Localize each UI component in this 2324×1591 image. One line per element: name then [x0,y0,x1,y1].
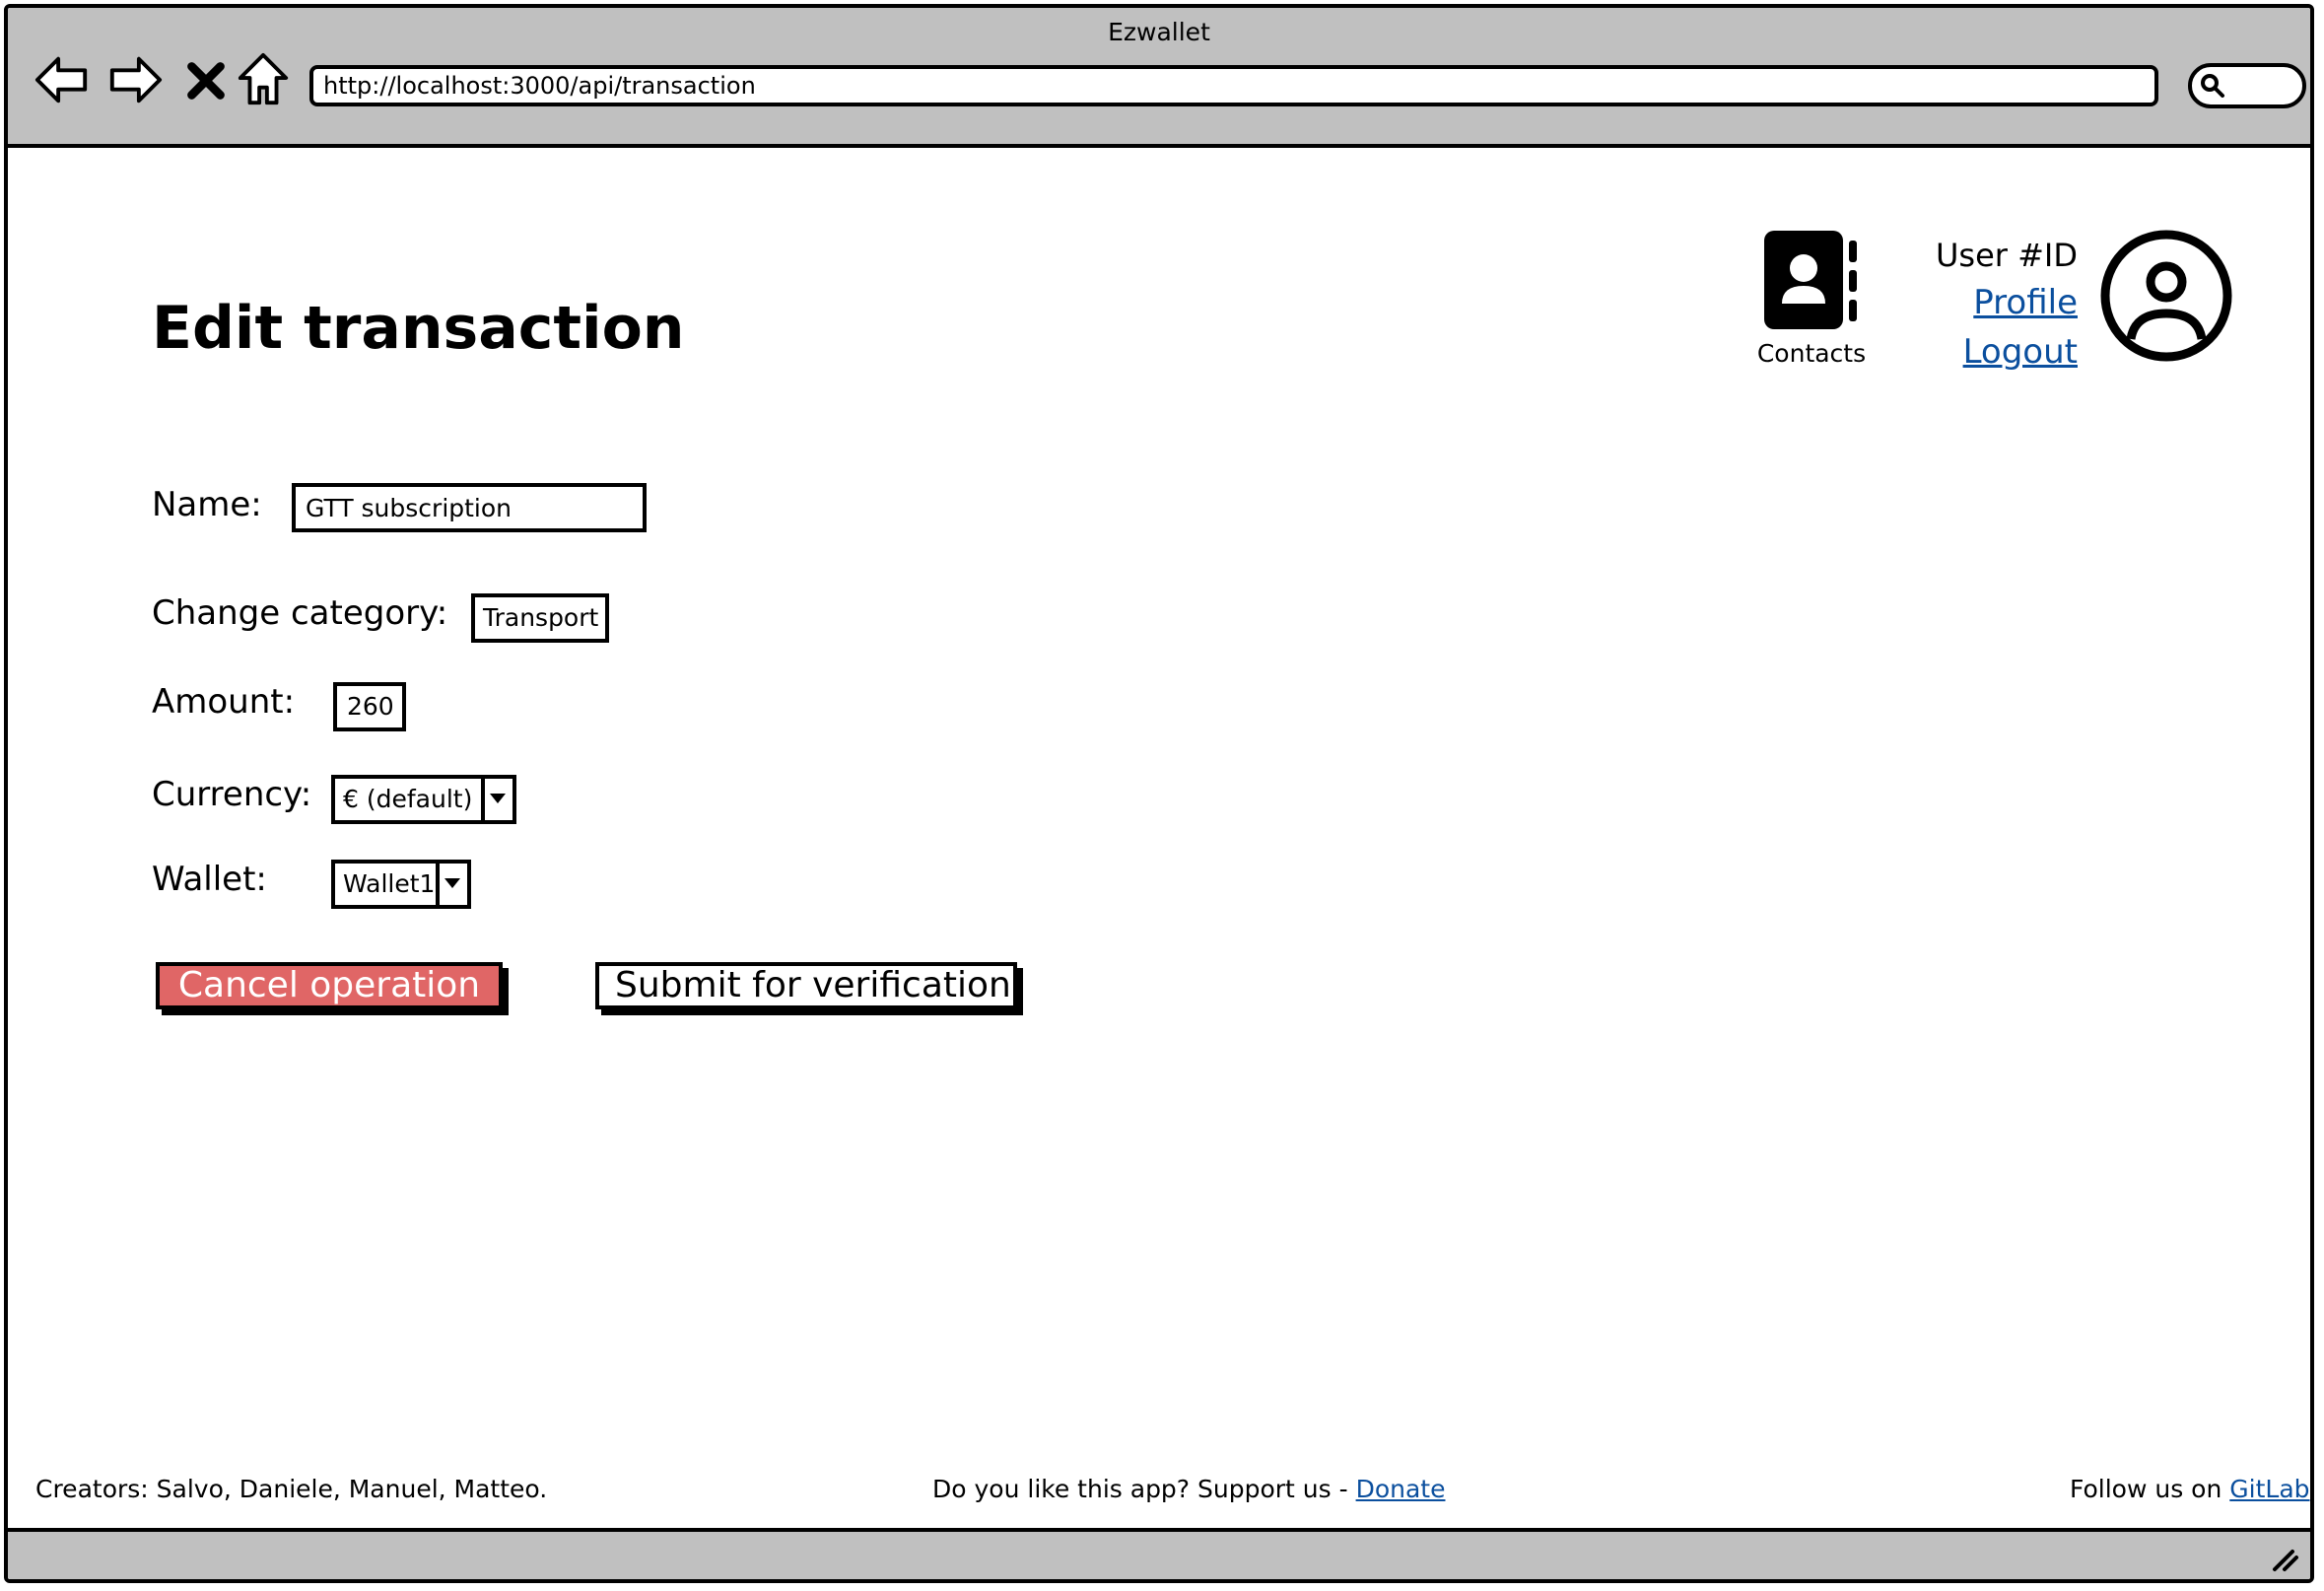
profile-link[interactable]: Profile [1880,278,2078,327]
logout-link[interactable]: Logout [1880,327,2078,377]
arrow-right-icon[interactable] [106,51,164,108]
cancel-button[interactable]: Cancel operation [156,962,503,1009]
address-book-icon [1764,231,1857,329]
amount-field[interactable]: 260 [333,682,406,731]
footer-follow: Follow us on GitLab [2070,1475,2310,1503]
user-menu: User #ID Profile Logout [1880,233,2078,377]
wallet-label: Wallet: [152,860,267,899]
name-input[interactable] [292,483,647,532]
amount-label: Amount: [152,682,296,722]
user-circle-icon[interactable] [2099,229,2233,363]
footer-creators: Creators: Salvo, Daniele, Manuel, Matteo… [35,1475,548,1503]
footer-follow-text: Follow us on [2070,1475,2230,1503]
category-label: Change category: [152,593,448,633]
search-icon [2201,74,2224,98]
currency-value: € (default) [343,785,473,813]
resize-grip-icon[interactable] [2269,1542,2300,1573]
currency-label: Currency: [152,775,312,814]
wallet-value: Wallet1 [343,869,436,898]
browser-search-box[interactable] [2188,63,2306,108]
contacts-button[interactable]: Contacts [1752,231,1871,368]
contacts-label: Contacts [1756,339,1867,368]
chevron-down-icon[interactable] [481,779,513,820]
page-content: Edit transaction Contacts User #ID Profi… [8,148,2310,1538]
status-bar [8,1528,2310,1579]
footer-support: Do you like this app? Support us - Donat… [932,1475,1445,1503]
address-bar[interactable]: http://localhost:3000/api/transaction [309,65,2158,106]
submit-button[interactable]: Submit for verification [595,962,1017,1009]
browser-window: Ezwallet http://localhost:3000/api/trans… [4,4,2314,1583]
footer-support-text: Do you like this app? Support us - [932,1475,1356,1503]
arrow-left-icon[interactable] [34,51,91,108]
currency-select[interactable]: € (default) [331,775,516,824]
close-icon[interactable] [181,51,231,108]
chevron-down-icon[interactable] [436,864,467,905]
page-title: Edit transaction [152,294,685,363]
window-title: Ezwallet [1108,18,1210,46]
donate-link[interactable]: Donate [1356,1475,1446,1503]
category-field[interactable]: Transport [471,593,609,643]
gitlab-link[interactable]: GitLab [2229,1475,2309,1503]
home-icon[interactable] [235,51,292,108]
name-label: Name: [152,485,262,524]
browser-toolbar: Ezwallet http://localhost:3000/api/trans… [8,8,2310,148]
wallet-select[interactable]: Wallet1 [331,860,471,909]
user-id: User #ID [1936,237,2078,274]
